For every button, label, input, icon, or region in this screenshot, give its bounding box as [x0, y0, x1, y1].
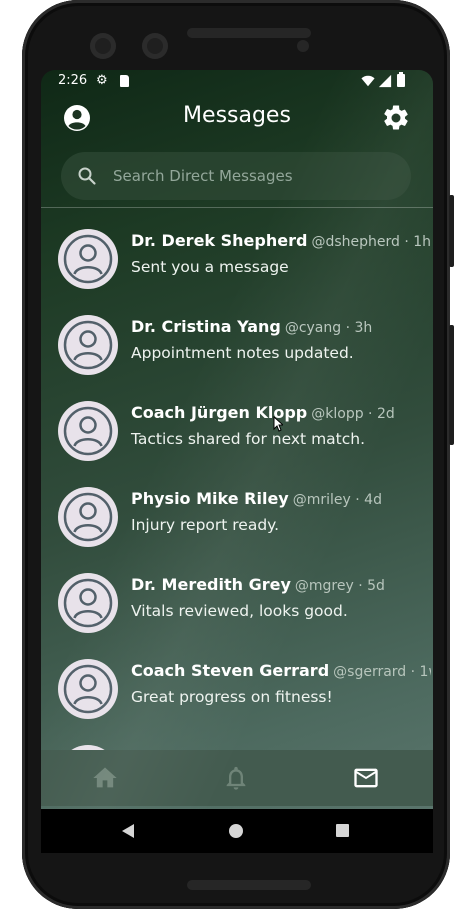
contact-handle-time: @sgerrard · 1w [333, 664, 431, 680]
contact-name: Dr. Derek Shepherd [131, 231, 308, 250]
message-preview: Injury report ready. [131, 516, 280, 534]
home-circle-icon[interactable] [229, 824, 243, 838]
search-bar[interactable] [61, 152, 411, 200]
contact-name: Dr. Meredith Grey [131, 575, 291, 594]
search-icon [78, 167, 96, 185]
avatar-placeholder-icon [58, 573, 118, 633]
conversation-header: Dr. Cristina Yang @cyang · 3h [131, 317, 431, 336]
conversation-row[interactable]: Coach Jürgen Klopp @klopp · 2d Tactics sh… [41, 380, 433, 466]
avatar-placeholder-icon [58, 659, 118, 719]
avatar-placeholder-icon [58, 487, 118, 547]
avatar-placeholder-icon [58, 229, 118, 289]
message-preview: Tactics shared for next match. [131, 430, 366, 448]
app-screen: 2:26 ⚙ Messages Search Direct Messages D… [41, 70, 433, 809]
contact-handle-time: @cyang · 3h [284, 320, 373, 336]
status-time: 2:26 [58, 73, 88, 88]
front-camera-secondary [142, 33, 168, 59]
bottom-navigation [41, 750, 433, 806]
message-preview: Appointment notes updated. [131, 344, 354, 362]
conversation-header: Dr. Meredith Grey @mgrey · 5d [131, 575, 431, 594]
recent-apps-icon[interactable] [336, 824, 349, 837]
message-preview: Sent you a message [131, 258, 289, 276]
signal-icon [378, 74, 392, 88]
contact-name: Physio Mike Riley [131, 489, 289, 508]
contact-handle-time: @dshepherd · 1h [311, 234, 431, 250]
proximity-sensor [297, 40, 309, 52]
bell-icon[interactable] [222, 764, 250, 792]
conversation-row[interactable]: Dr. Cristina Yang @cyang · 3h Appointment… [41, 294, 433, 380]
home-icon[interactable] [91, 764, 119, 792]
earpiece-speaker [187, 28, 311, 38]
mouse-cursor-icon [273, 416, 283, 432]
back-icon[interactable] [121, 823, 135, 839]
conversation-row[interactable]: Physio Mike Riley @mriley · 4d Injury rep… [41, 466, 433, 552]
avatar-placeholder-icon [58, 401, 118, 461]
avatar-placeholder-icon [58, 315, 118, 375]
volume-button [449, 325, 454, 445]
conversation-row[interactable]: Dr. Meredith Grey @mgrey · 5d Vitals revi… [41, 552, 433, 638]
message-preview: Vitals reviewed, looks good. [131, 602, 348, 620]
conversation-header: Physio Mike Riley @mriley · 4d [131, 489, 431, 508]
system-navigation-bar [41, 809, 433, 853]
conversation-header: Coach Steven Gerrard @sgerrard · 1w [131, 661, 431, 680]
battery-icon [397, 72, 405, 87]
bottom-speaker [187, 880, 311, 890]
conversation-row[interactable]: Dr. Derek Shepherd @dshepherd · 1h Sent y… [41, 208, 433, 294]
front-camera [90, 33, 116, 59]
contact-handle-time: @mriley · 4d [292, 492, 382, 508]
contact-name: Dr. Cristina Yang [131, 317, 281, 336]
app-bar: Messages [41, 94, 433, 148]
contact-handle-time: @mgrey · 5d [294, 578, 385, 594]
conversation-row[interactable]: Coach Steven Gerrard @sgerrard · 1w Great… [41, 638, 433, 724]
mail-icon[interactable] [352, 764, 380, 792]
page-title: Messages [183, 103, 291, 128]
search-input[interactable] [113, 160, 403, 192]
conversation-header: Dr. Derek Shepherd @dshepherd · 1h [131, 231, 431, 250]
sd-card-icon [120, 75, 129, 87]
power-button [449, 195, 454, 267]
settings-icon: ⚙ [96, 73, 108, 88]
message-preview: Great progress on fitness! [131, 688, 333, 706]
contact-handle-time: @klopp · 2d [311, 406, 395, 422]
status-bar: 2:26 ⚙ [41, 70, 433, 94]
settings-gear-icon[interactable] [381, 103, 411, 133]
contact-name: Coach Steven Gerrard [131, 661, 330, 680]
wifi-icon [361, 75, 375, 87]
